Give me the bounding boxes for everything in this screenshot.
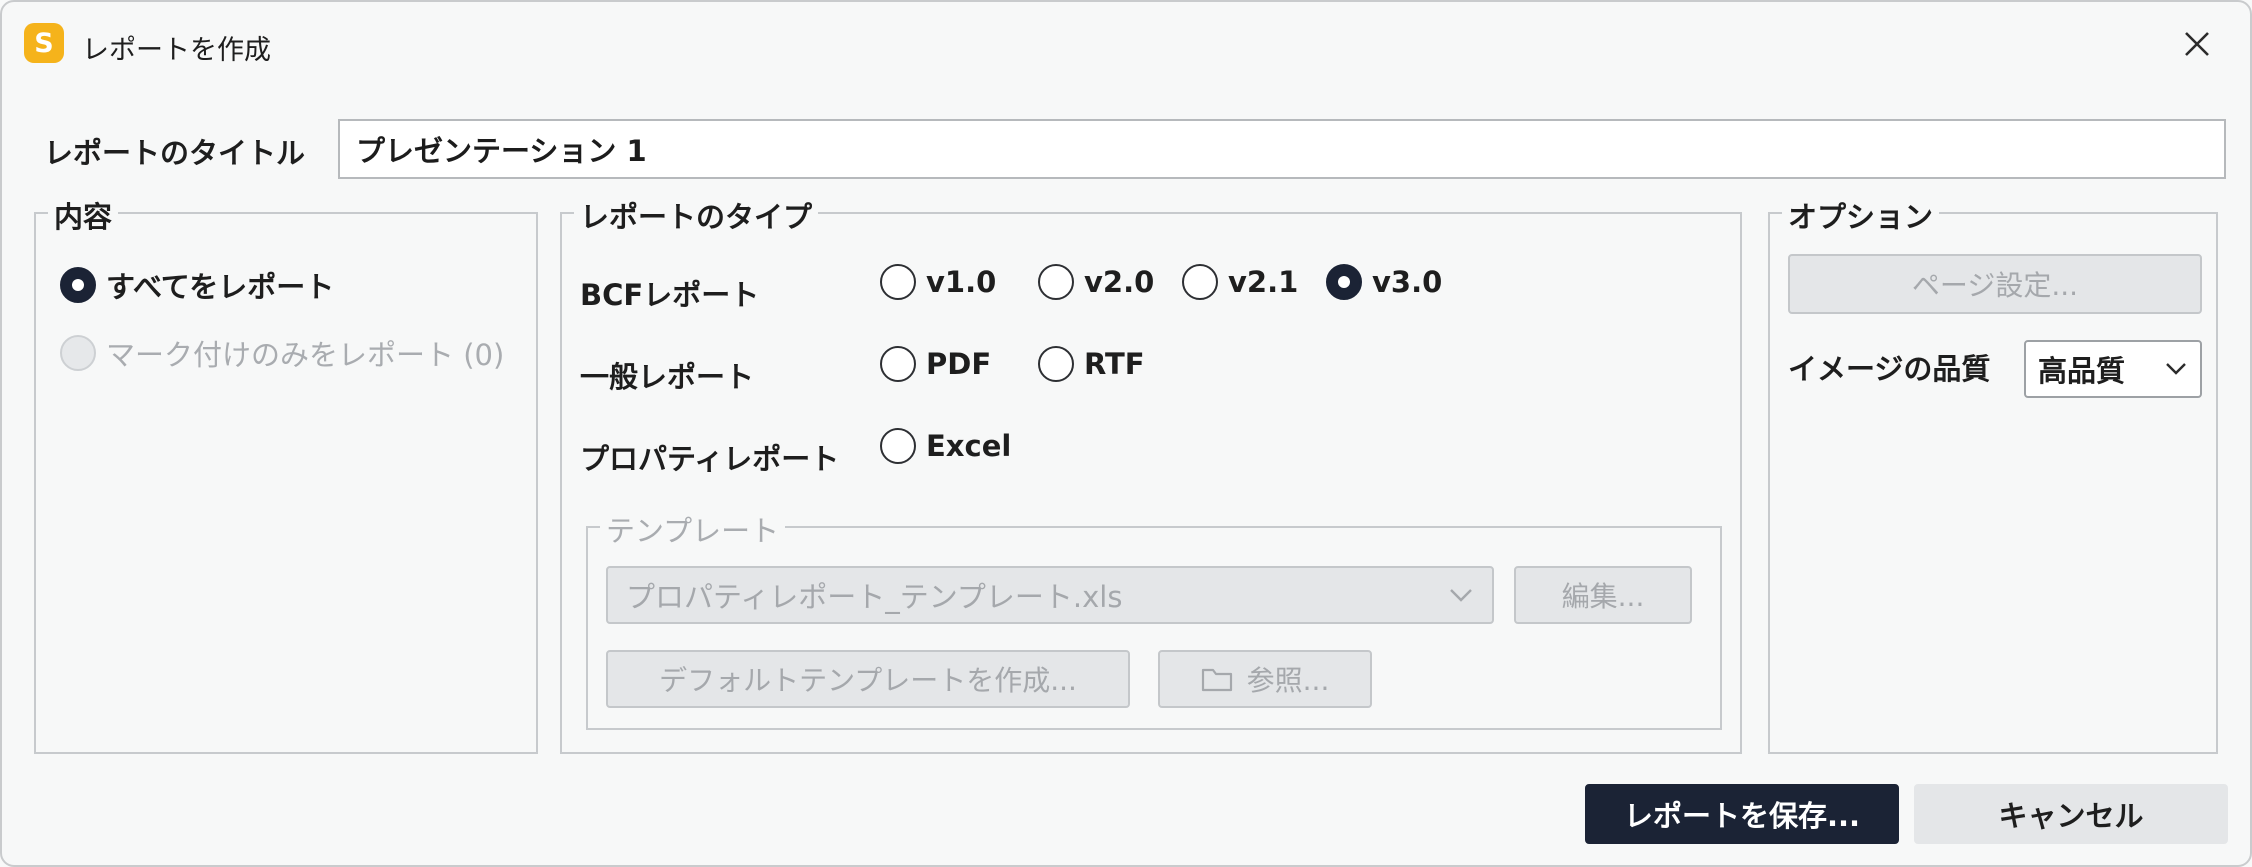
folder-icon	[1201, 668, 1232, 692]
template-select-value: プロパティレポート_テンプレート.xls	[626, 580, 1123, 614]
radio-label: マーク付けのみをレポート (0)	[106, 338, 505, 372]
radio-bcf-v1-0[interactable]: v1.0	[880, 264, 996, 300]
radio-indicator	[880, 264, 916, 300]
radio-label: PDF	[926, 347, 992, 381]
radio-label: v1.0	[926, 265, 997, 299]
radio-label: Excel	[926, 429, 1012, 463]
window-title: レポートを作成	[82, 35, 271, 66]
radio-bcf-v2-1[interactable]: v2.1	[1182, 264, 1298, 300]
close-icon	[2185, 32, 2209, 56]
report-title-label: レポートのタイトル	[44, 136, 306, 170]
create-default-template-button[interactable]: デフォルトテンプレートを作成...	[606, 650, 1130, 708]
radio-general-pdf[interactable]: PDF	[880, 346, 991, 382]
radio-indicator	[880, 346, 916, 382]
template-edit-button[interactable]: 編集...	[1514, 566, 1692, 624]
image-quality-value: 高品質	[2038, 354, 2126, 388]
image-quality-select[interactable]: 高品質	[2024, 340, 2202, 398]
content-group-legend: 内容	[48, 194, 119, 236]
radio-report-all[interactable]: すべてをレポート	[60, 264, 334, 306]
radio-indicator	[880, 428, 916, 464]
image-quality-label: イメージの品質	[1788, 352, 1991, 386]
browse-label: 参照...	[1246, 664, 1330, 697]
radio-general-rtf[interactable]: RTF	[1038, 346, 1145, 382]
radio-indicator	[1038, 264, 1074, 300]
template-select[interactable]: プロパティレポート_テンプレート.xls	[606, 566, 1494, 624]
chevron-down-icon	[1450, 589, 1472, 602]
radio-property-excel[interactable]: Excel	[880, 428, 1011, 464]
cancel-label: キャンセル	[1998, 799, 2144, 833]
property-report-label: プロパティレポート	[580, 442, 840, 476]
template-group: テンプレート プロパティレポート_テンプレート.xls 編集... デフォルトテ…	[586, 508, 1722, 730]
general-report-label: 一般レポート	[580, 360, 755, 394]
radio-indicator	[60, 267, 96, 303]
save-report-label: レポートを保存...	[1623, 799, 1861, 833]
report-title-input[interactable]	[338, 119, 2226, 179]
save-report-button[interactable]: レポートを保存...	[1585, 784, 1899, 844]
radio-label: v3.0	[1372, 265, 1443, 299]
radio-indicator	[1038, 346, 1074, 382]
browse-button[interactable]: 参照...	[1158, 650, 1372, 708]
radio-label: すべてをレポート	[106, 270, 335, 304]
cancel-button[interactable]: キャンセル	[1914, 784, 2228, 844]
create-default-template-label: デフォルトテンプレートを作成...	[659, 664, 1077, 697]
options-legend: オプション	[1782, 194, 1940, 236]
template-edit-label: 編集...	[1561, 580, 1645, 613]
template-legend: テンプレート	[600, 508, 786, 550]
radio-indicator	[60, 335, 96, 371]
app-logo-icon: S	[24, 23, 64, 63]
page-setup-button[interactable]: ページ設定...	[1788, 254, 2202, 314]
bcf-report-label: BCFレポート	[580, 278, 760, 312]
radio-indicator	[1182, 264, 1218, 300]
report-type-group: レポートのタイプ BCFレポート v1.0 v2.0 v2.1 v3.0 一般レ…	[560, 194, 1742, 754]
radio-label: v2.1	[1228, 265, 1299, 299]
report-dialog: S レポートを作成 レポートのタイトル 内容 すべてをレポート マーク付けのみを…	[0, 0, 2252, 867]
chevron-down-icon	[2166, 363, 2186, 375]
radio-bcf-v3-0[interactable]: v3.0	[1326, 264, 1442, 300]
radio-indicator	[1326, 264, 1362, 300]
radio-bcf-v2-0[interactable]: v2.0	[1038, 264, 1154, 300]
radio-report-marked-only[interactable]: マーク付けのみをレポート (0)	[60, 332, 504, 374]
close-button[interactable]	[2167, 18, 2227, 70]
report-type-legend: レポートのタイプ	[574, 194, 819, 236]
radio-label: v2.0	[1084, 265, 1155, 299]
radio-label: RTF	[1084, 347, 1145, 381]
app-logo-letter: S	[34, 27, 54, 59]
options-group: オプション ページ設定... イメージの品質 高品質	[1768, 194, 2218, 754]
page-setup-label: ページ設定...	[1911, 269, 2079, 302]
content-group: 内容 すべてをレポート マーク付けのみをレポート (0)	[34, 194, 538, 754]
